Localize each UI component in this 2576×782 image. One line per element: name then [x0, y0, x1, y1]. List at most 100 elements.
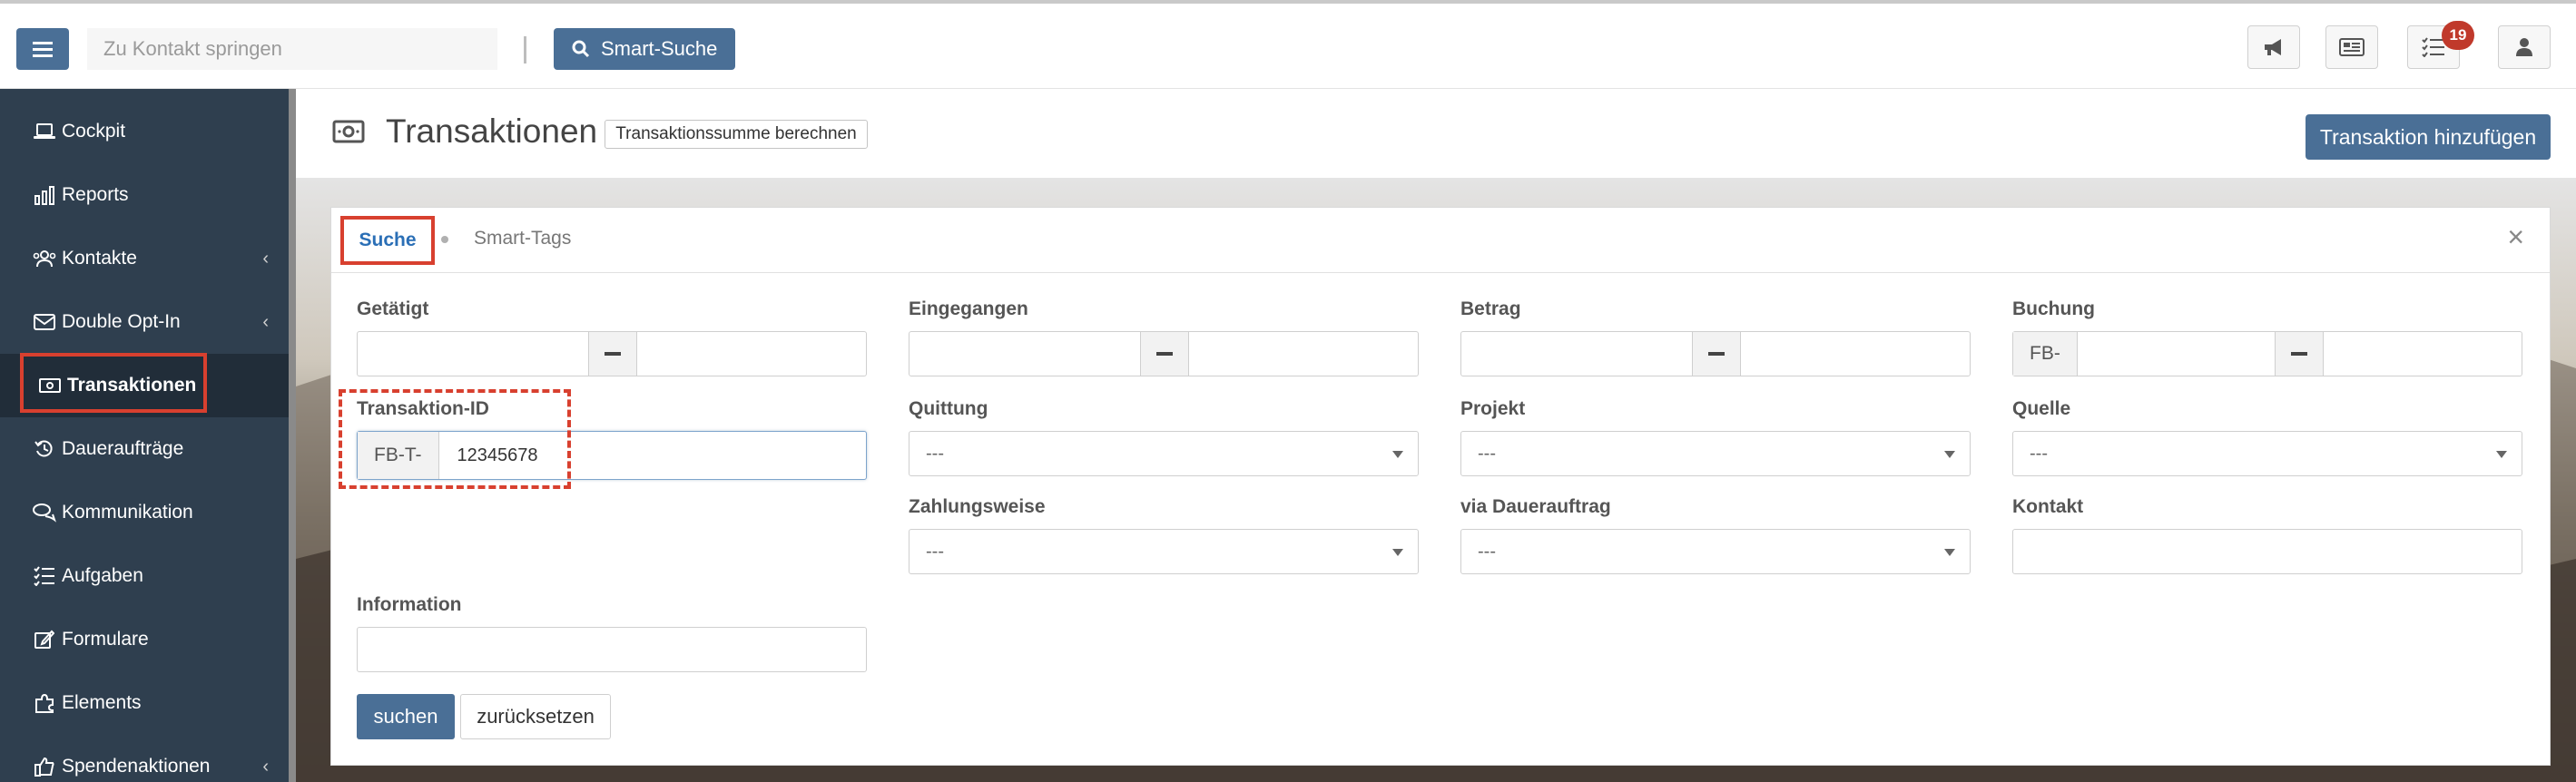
transaktion-id-prefix: FB-T-: [358, 432, 439, 479]
label-quelle: Quelle: [2012, 398, 2071, 419]
tab-separator: [441, 236, 448, 243]
label-via-dauerauftrag: via Dauerauftrag: [1460, 496, 1611, 517]
sidebar-item-label: Spendenaktionen: [62, 756, 211, 777]
tab-suche[interactable]: Suche: [340, 216, 435, 265]
label-buchung: Buchung: [2012, 298, 2095, 319]
sidebar-item-label: Kommunikation: [62, 502, 193, 523]
information-input[interactable]: [357, 627, 867, 672]
buchung-range: FB-: [2012, 331, 2522, 376]
announcements-button[interactable]: [2247, 25, 2300, 69]
eingegangen-to-input[interactable]: [1189, 332, 1418, 376]
sidebar-item-elements[interactable]: Elements: [0, 671, 289, 735]
search-panel: Suche Smart-Tags × Getätigt Eingegangen …: [330, 207, 2551, 766]
sidebar-item-aufgaben[interactable]: Aufgaben: [0, 544, 289, 608]
menu-toggle-button[interactable]: [16, 28, 69, 70]
smart-search-button[interactable]: Smart-Suche: [554, 28, 735, 70]
search-icon: [572, 40, 590, 58]
sidebar-item-kommunikation[interactable]: Kommunikation: [0, 481, 289, 544]
chevron-left-icon: ‹: [262, 312, 269, 332]
label-getaetigt: Getätigt: [357, 298, 429, 319]
search-submit-button[interactable]: suchen: [357, 694, 455, 739]
sidebar-item-formulare[interactable]: Formulare: [0, 608, 289, 671]
label-eingegangen: Eingegangen: [909, 298, 1028, 319]
sidebar-item-label: Aufgaben: [62, 565, 143, 586]
sidebar-item-spendenaktionen[interactable]: Spendenaktionen ‹: [0, 735, 289, 782]
kontakt-input[interactable]: [2012, 529, 2522, 574]
page-title: Transaktionen: [386, 112, 598, 150]
caret-down-icon: [1944, 549, 1955, 556]
close-icon[interactable]: ×: [2507, 220, 2524, 254]
chart-icon: [33, 183, 56, 207]
caret-down-icon: [1392, 549, 1403, 556]
minus-icon: [588, 332, 637, 376]
getaetigt-to-input[interactable]: [637, 332, 866, 376]
label-kontakt: Kontakt: [2012, 496, 2084, 517]
getaetigt-from-input[interactable]: [358, 332, 588, 376]
calc-total-button[interactable]: Transaktionssumme berechnen: [605, 120, 868, 149]
transaktion-id-input[interactable]: [438, 432, 866, 479]
caret-down-icon: [1944, 451, 1955, 458]
sidebar-item-kontakte[interactable]: Kontakte ‹: [0, 227, 289, 290]
quittung-select[interactable]: ---: [909, 431, 1419, 476]
buchung-prefix: FB-: [2013, 332, 2078, 376]
laptop-icon: [33, 120, 56, 143]
projekt-select[interactable]: ---: [1460, 431, 1971, 476]
sidebar-item-label: Daueraufträge: [62, 438, 184, 459]
label-projekt: Projekt: [1460, 398, 1526, 419]
label-transaktion-id: Transaktion-ID: [357, 398, 489, 419]
buchung-from-input[interactable]: [2078, 332, 2275, 376]
sidebar-item-dauerauftraege[interactable]: Daueraufträge: [0, 417, 289, 481]
chevron-left-icon: ‹: [262, 757, 269, 777]
envelope-icon: [33, 310, 56, 334]
eingegangen-range: [909, 331, 1419, 376]
sidebar-item-label: Cockpit: [62, 121, 126, 142]
chevron-left-icon: ‹: [262, 249, 269, 269]
quelle-select[interactable]: ---: [2012, 431, 2522, 476]
sidebar-item-cockpit[interactable]: Cockpit: [0, 100, 289, 163]
caret-down-icon: [1392, 451, 1403, 458]
quelle-value: ---: [2030, 443, 2048, 464]
tasks-count-badge: 19: [2442, 21, 2474, 50]
sidebar-item-label: Kontakte: [62, 248, 137, 269]
sidebar-item-label: Reports: [62, 184, 129, 205]
sidebar-item-double-opt-in[interactable]: Double Opt-In ‹: [0, 290, 289, 354]
zahlungsweise-select[interactable]: ---: [909, 529, 1419, 574]
sidebar-item-label: Formulare: [62, 629, 149, 650]
panel-tabs: Suche Smart-Tags ×: [331, 208, 2550, 273]
projekt-value: ---: [1478, 443, 1496, 464]
sidebar-item-label: Double Opt-In: [62, 311, 181, 332]
reset-button[interactable]: zurücksetzen: [460, 694, 611, 739]
sidebar-item-reports[interactable]: Reports: [0, 163, 289, 227]
buchung-to-input[interactable]: [2324, 332, 2522, 376]
contact-jump-input[interactable]: [87, 28, 497, 70]
caret-down-icon: [2496, 451, 2507, 458]
news-button[interactable]: [2325, 25, 2378, 69]
hamburger-icon: [33, 42, 53, 57]
minus-icon: [2275, 332, 2324, 376]
active-item-highlight: [20, 353, 207, 413]
betrag-to-input[interactable]: [1741, 332, 1970, 376]
thumbs-up-icon: [33, 755, 56, 778]
minus-icon: [1140, 332, 1189, 376]
minus-icon: [1692, 332, 1741, 376]
edit-icon: [33, 628, 56, 651]
transaktion-id-field: FB-T-: [357, 431, 867, 480]
via-dauerauftrag-select[interactable]: ---: [1460, 529, 1971, 574]
chat-icon: [33, 501, 56, 524]
add-transaction-button[interactable]: Transaktion hinzufügen: [2306, 114, 2551, 160]
sidebar-item-label: Elements: [62, 692, 142, 713]
quittung-value: ---: [926, 443, 944, 464]
label-zahlungsweise: Zahlungsweise: [909, 496, 1046, 517]
user-menu-button[interactable]: [2498, 25, 2551, 69]
getaetigt-range: [357, 331, 867, 376]
newspaper-icon: [2339, 38, 2365, 56]
eingegangen-from-input[interactable]: [909, 332, 1140, 376]
sidebar-scrollbar[interactable]: [289, 89, 296, 782]
topbar-divider: [524, 36, 526, 64]
users-icon: [33, 247, 56, 270]
via-dauerauftrag-value: ---: [1478, 541, 1496, 562]
tasks-icon: [33, 564, 56, 588]
betrag-from-input[interactable]: [1461, 332, 1692, 376]
zahlungsweise-value: ---: [926, 541, 944, 562]
tab-smart-tags[interactable]: Smart-Tags: [474, 228, 571, 249]
